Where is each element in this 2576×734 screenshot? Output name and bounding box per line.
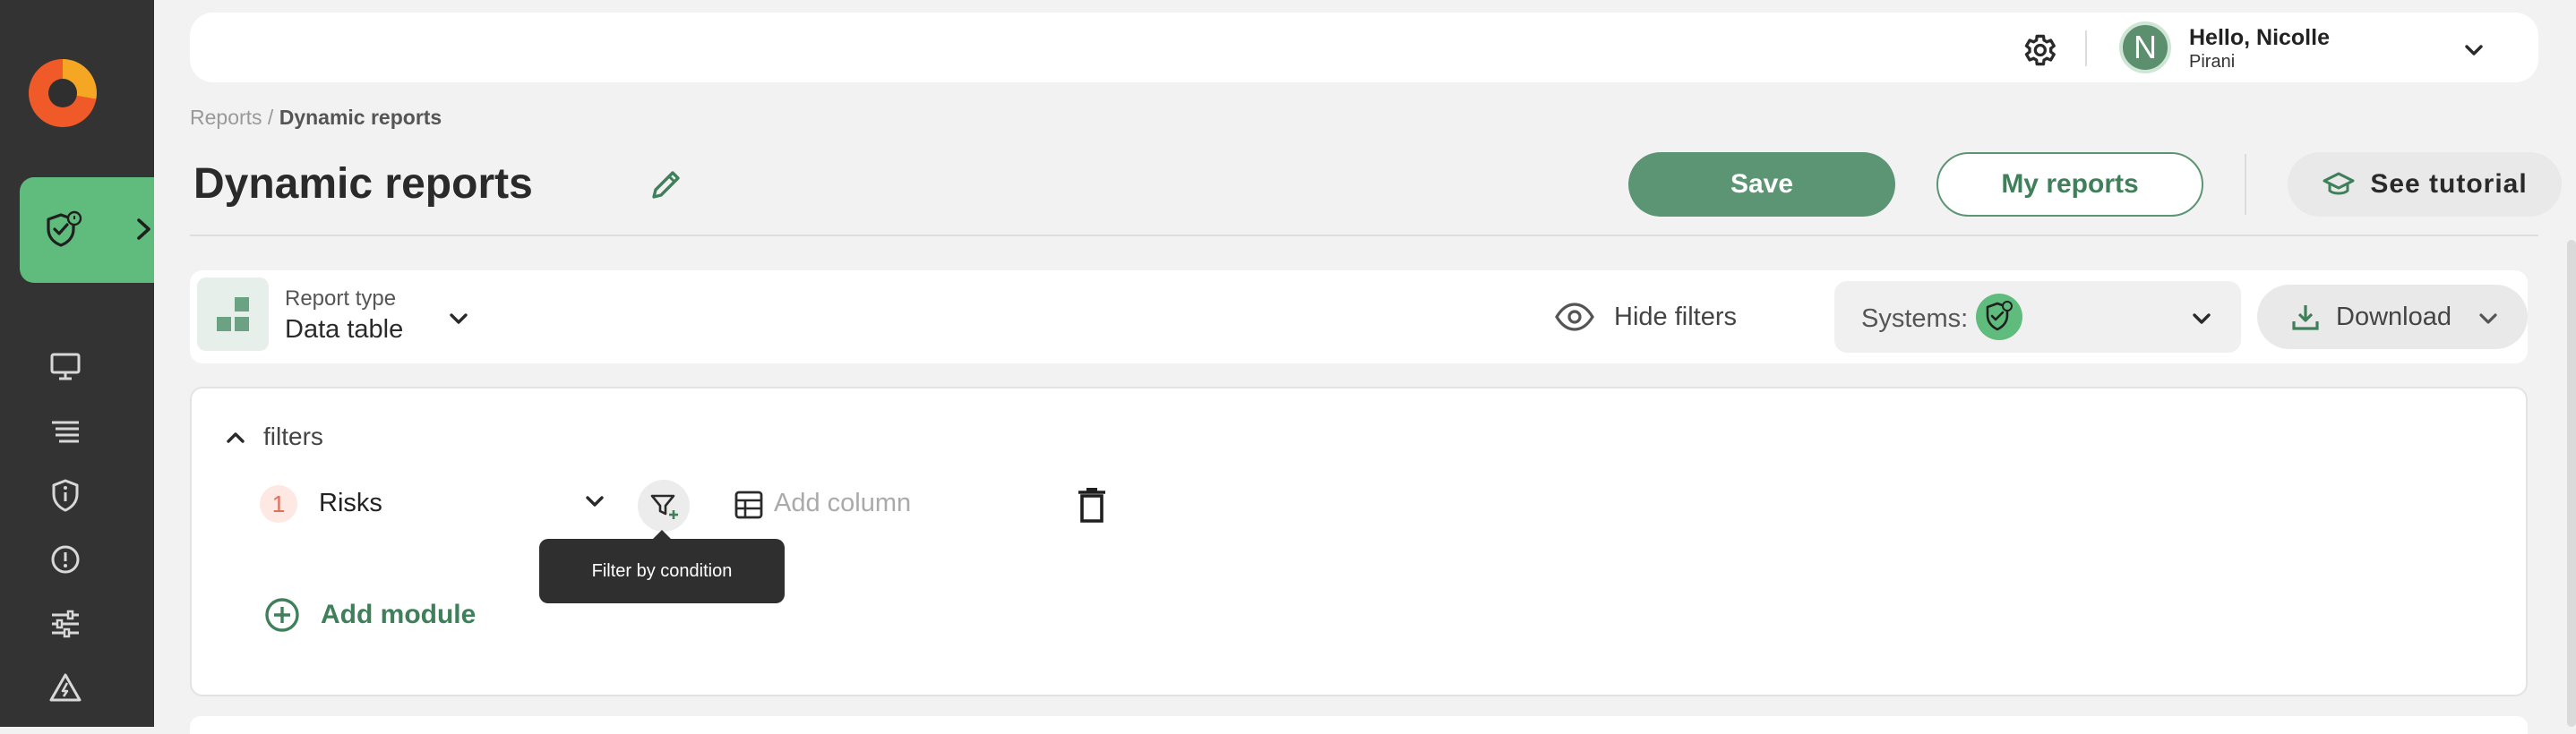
list-icon[interactable] [47,412,84,449]
breadcrumb-parent[interactable]: Reports / [190,106,273,129]
user-organization: Pirani [2189,52,2236,72]
systems-label: Systems: [1861,304,1969,333]
header-divider-line [190,235,2538,236]
trash-icon[interactable] [1075,485,1109,525]
chevron-up-icon[interactable] [222,424,249,451]
avatar[interactable]: N [2119,21,2171,73]
table-icon[interactable] [733,489,765,521]
add-column-button[interactable]: Add column [774,489,911,518]
report-type-icon[interactable] [197,277,269,351]
graduation-cap-icon [2323,172,2355,195]
chevron-down-icon[interactable] [2187,304,2216,333]
save-button[interactable]: Save [1628,152,1895,217]
breadcrumb: Reports / Dynamic reports [190,106,442,130]
my-reports-button[interactable]: My reports [1936,152,2203,217]
shield-check-icon [47,210,82,247]
warning-triangle-icon[interactable] [47,670,84,707]
report-type-label: Report type [285,286,397,311]
see-tutorial-button[interactable]: See tutorial [2288,152,2562,217]
chevron-down-icon[interactable] [2474,304,2503,333]
breadcrumb-current: Dynamic reports [279,106,442,129]
grid-blocks-icon [217,297,249,331]
shield-info-icon[interactable] [47,476,84,514]
report-type-value[interactable]: Data table [285,315,403,345]
app-logo[interactable] [29,59,97,127]
download-icon [2292,305,2319,330]
filter-by-condition-button[interactable] [638,480,690,532]
add-module-button[interactable]: Add module [321,600,476,630]
pencil-icon[interactable] [647,165,686,204]
sidebar [0,0,195,727]
page-title: Dynamic reports [193,160,533,208]
eye-icon[interactable] [1553,299,1596,335]
module-number-badge: 1 [260,485,297,523]
top-bar [190,13,2538,82]
user-greeting: Hello, Nicolle [2189,25,2330,50]
hide-filters-button[interactable]: Hide filters [1614,303,1737,332]
chevron-down-icon[interactable] [2460,36,2488,64]
chevron-down-icon[interactable] [444,304,473,333]
module-select[interactable]: Risks [319,489,382,518]
plus-circle-icon[interactable] [263,596,301,634]
filters-section-label[interactable]: filters [263,422,323,451]
monitor-icon[interactable] [47,347,84,385]
sidebar-item-active[interactable] [20,177,195,283]
results-panel-edge [190,716,2528,734]
sliders-icon[interactable] [47,605,84,643]
filter-plus-icon [650,494,678,519]
alert-circle-icon[interactable] [47,541,84,578]
tooltip: Filter by condition [539,530,785,603]
gear-icon[interactable] [2019,30,2058,70]
download-label: Download [2336,303,2451,331]
see-tutorial-label: See tutorial [2370,169,2528,199]
page-scrollbar[interactable] [2567,240,2576,727]
chevron-down-icon[interactable] [580,487,609,516]
header-divider [2085,30,2087,66]
shield-check-icon [1986,301,2013,331]
title-divider [2245,154,2246,215]
systems-shield-badge [1976,294,2022,340]
